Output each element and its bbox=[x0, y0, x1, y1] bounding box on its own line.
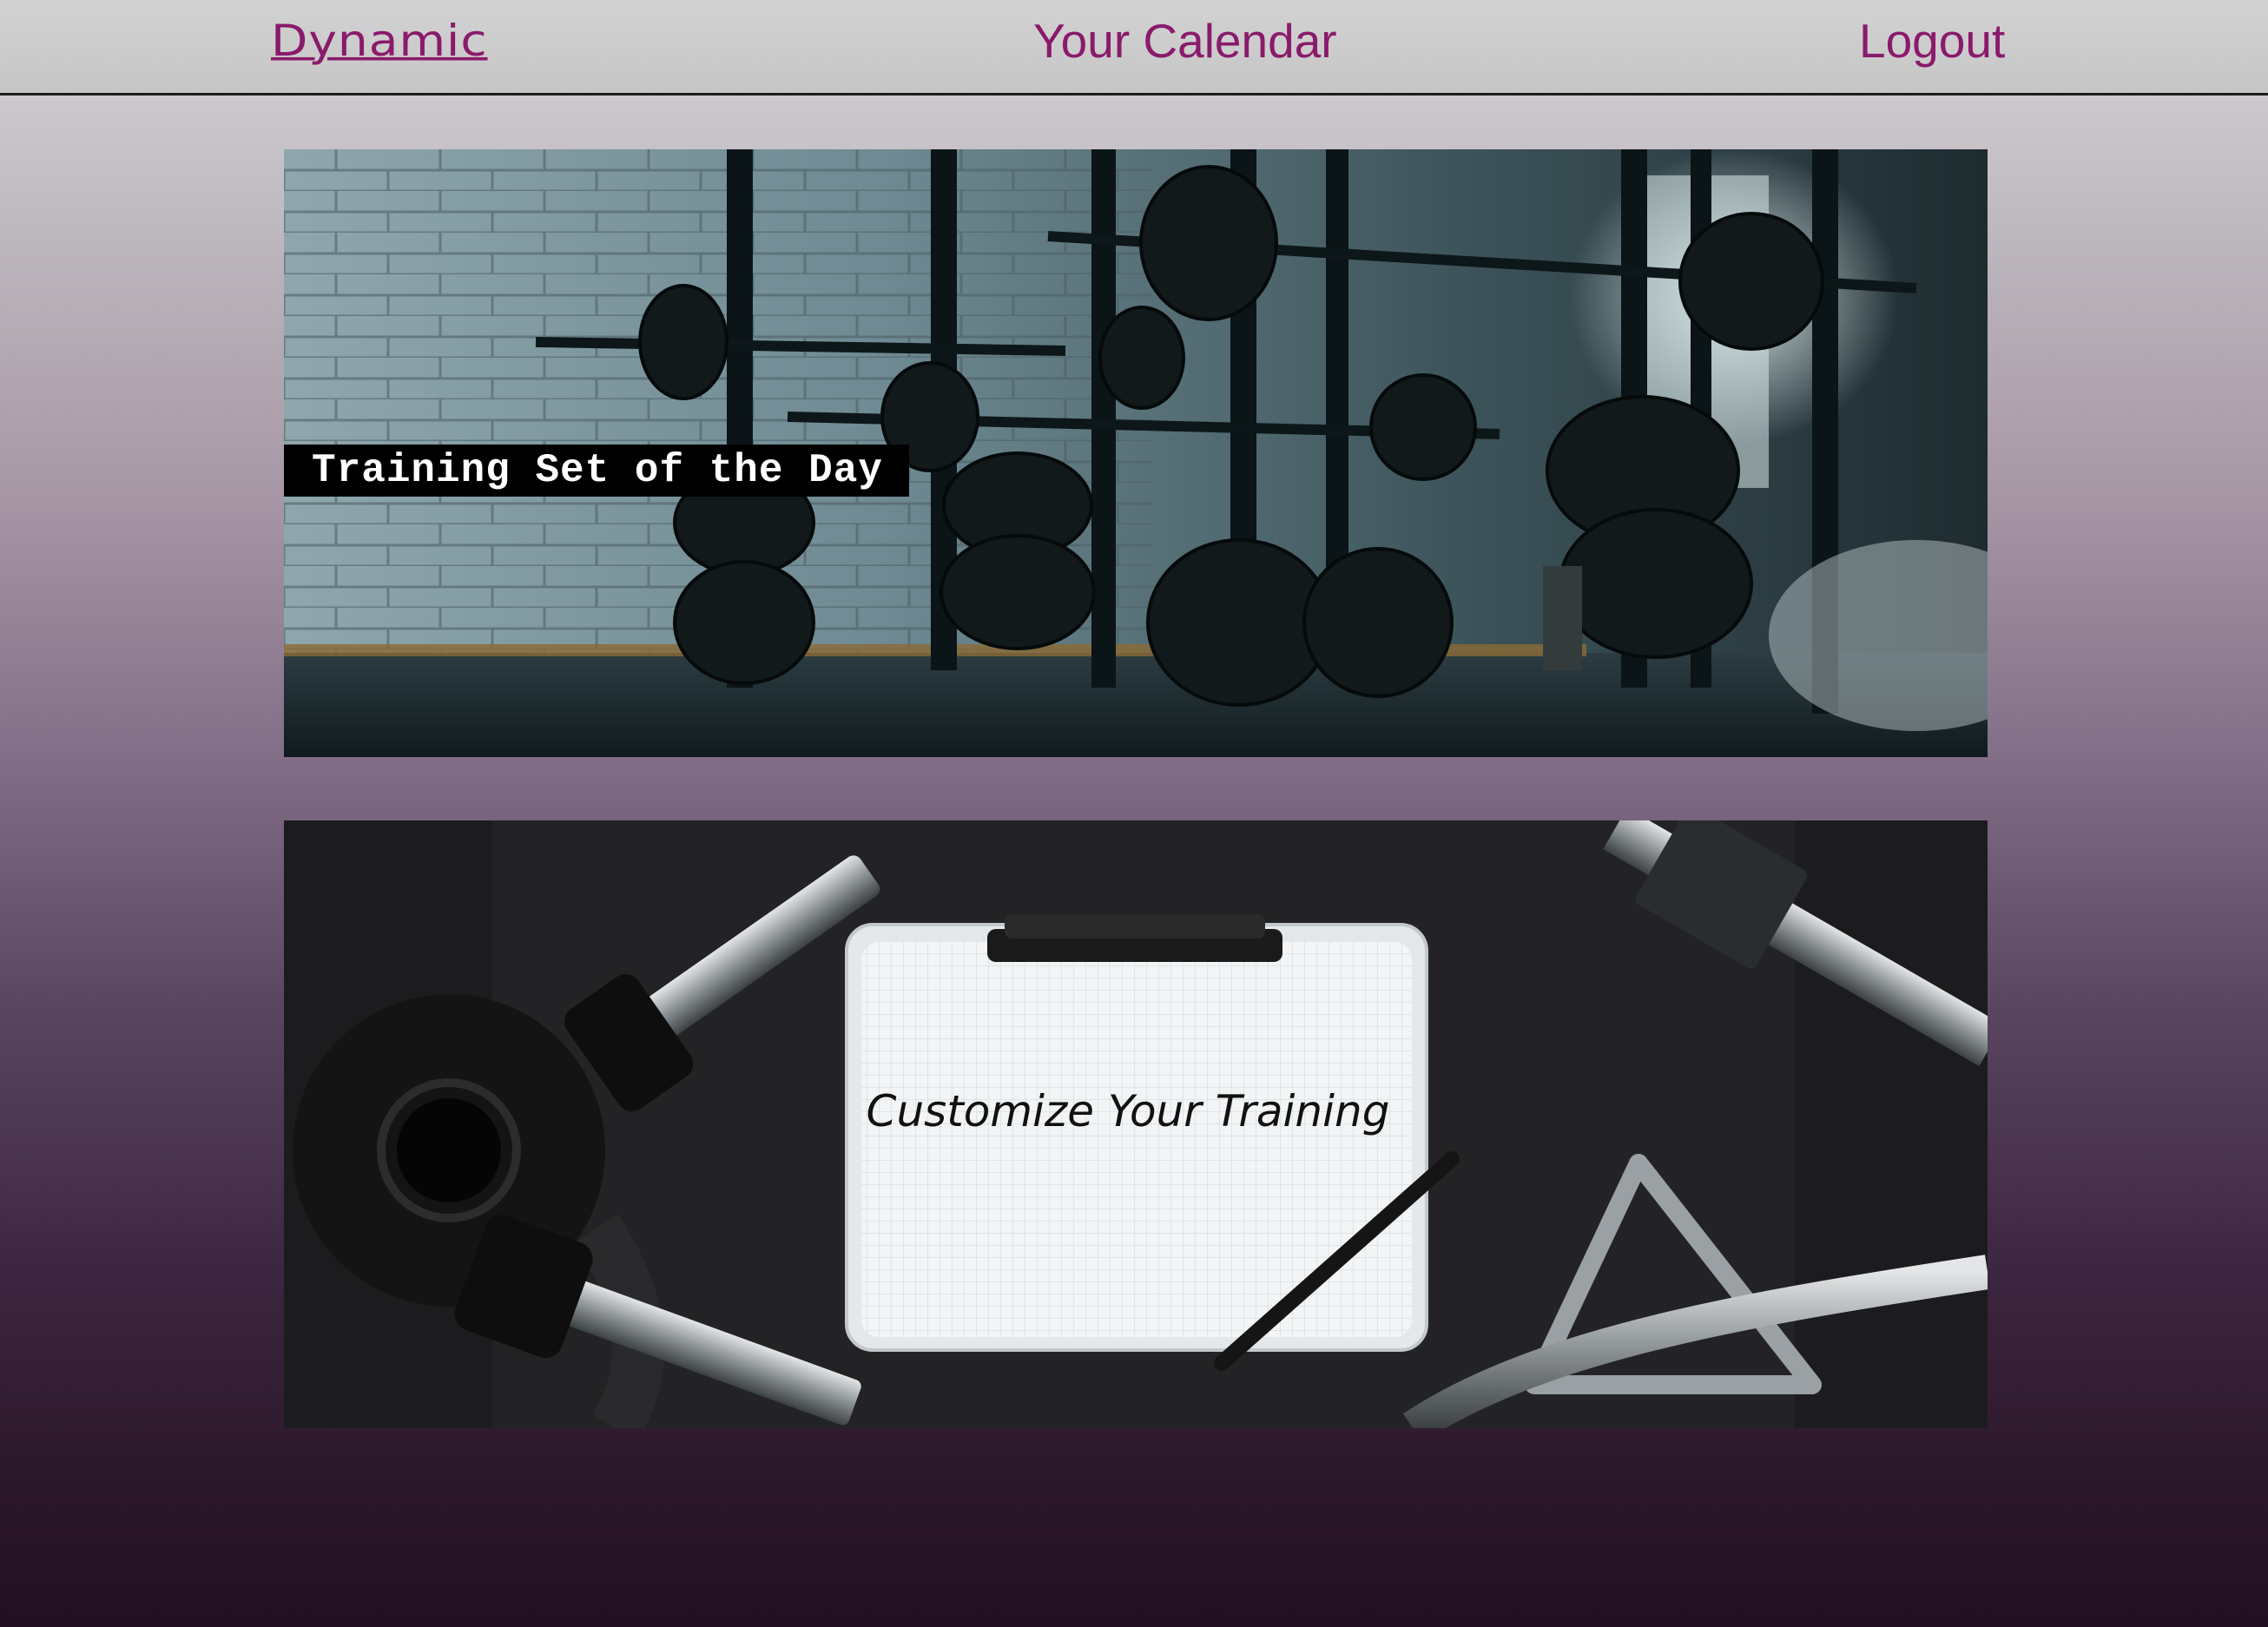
top-navbar: Dynamic Your Calendar Logout bbox=[0, 0, 2268, 96]
logout-link[interactable]: Logout bbox=[1859, 12, 2005, 69]
training-set-of-the-day-label: Training Set of the Day bbox=[284, 445, 909, 497]
brand-logo-link[interactable]: Dynamic bbox=[271, 15, 488, 66]
customize-your-training-card[interactable]: Customize Your Training bbox=[284, 820, 1988, 1428]
customize-your-training-label: Customize Your Training bbox=[866, 1086, 1390, 1136]
training-set-of-the-day-card[interactable]: Training Set of the Day bbox=[284, 149, 1988, 757]
your-calendar-link[interactable]: Your Calendar bbox=[1033, 12, 1337, 69]
